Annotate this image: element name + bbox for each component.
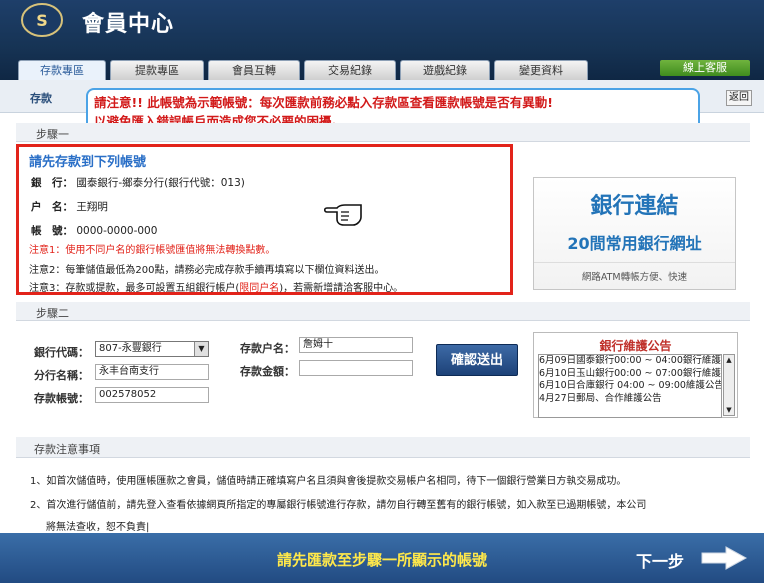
logo-icon: S <box>21 3 63 37</box>
chevron-down-icon[interactable]: ▼ <box>194 342 208 356</box>
next-arrow-icon[interactable] <box>700 545 748 571</box>
back-button[interactable]: 返回 <box>726 90 752 106</box>
notice-line-1: 請注意!! 此帳號為示範帳號：每次匯款前務必點入存款區查看匯款帳號是否有異動! <box>94 95 553 110</box>
amount-input[interactable] <box>299 360 413 376</box>
pointing-hand-icon <box>323 204 362 226</box>
deposit-account-label: 存款帳號： <box>34 392 89 405</box>
tab-withdraw[interactable]: 提款專區 <box>110 60 204 80</box>
tab-transactions[interactable]: 交易紀錄 <box>304 60 396 80</box>
deposit-account-input[interactable]: 002578052 <box>95 387 209 403</box>
confirm-button[interactable]: 確認送出 <box>436 344 518 376</box>
branch-label: 分行名稱： <box>34 369 89 382</box>
branch-input[interactable]: 永丰台南支行 <box>95 364 209 380</box>
name-value: 王翔明 <box>76 201 108 213</box>
bank-links-footer: 網路ATM轉帳方便、快速 <box>534 262 735 283</box>
bank-code-select[interactable]: 807-永豐銀行 ▼ <box>95 341 209 357</box>
depositor-name-input[interactable]: 詹姆十 <box>299 337 413 353</box>
tab-deposit[interactable]: 存款專區 <box>18 60 106 80</box>
bank-code-label: 銀行代碼： <box>34 346 89 359</box>
step2-header: 步驟二 <box>16 302 750 321</box>
step1-title: 步驟一 <box>36 128 69 141</box>
amount-label: 存款金額： <box>240 365 295 378</box>
account-heading: 請先存款到下列帳號 <box>29 155 147 170</box>
next-step-label[interactable]: 下一步 <box>636 548 684 572</box>
tab-transfer[interactable]: 會員互轉 <box>208 60 300 80</box>
rules-title: 存款注意事項 <box>34 443 100 456</box>
tab-game-records[interactable]: 遊戲紀錄 <box>400 60 490 80</box>
bank-links-banner[interactable]: 銀行連結 20間常用銀行網址 網路ATM轉帳方便、快速 <box>533 177 736 290</box>
footer-bar: 請先匯款至步驟一所顯示的帳號 下一步 <box>0 533 764 583</box>
scroll-down-icon[interactable]: ▼ <box>724 405 734 415</box>
bank-value: 國泰銀行-鄉泰分行(銀行代號：013) <box>76 177 245 189</box>
scroll-up-icon[interactable]: ▲ <box>724 355 734 365</box>
bank-label: 銀 行： <box>31 177 73 189</box>
name-label: 户 名： <box>31 201 73 213</box>
page-title: 會員中心 <box>82 12 175 37</box>
rules-header: 存款注意事項 <box>16 437 750 458</box>
rule-2: 2、首次進行儲值前，請先登入查看依據網頁所指定的專屬銀行帳號進行存款，請勿自行轉… <box>30 500 647 511</box>
list-item: 4月27日郵局、合作維護公告 <box>539 392 662 404</box>
tab-profile[interactable]: 變更資料 <box>494 60 588 80</box>
maintenance-panel: 銀行維護公告 6月09日國泰銀行00:00 ~ 04:00銀行維護 6月10日玉… <box>533 332 738 418</box>
step1-header: 步驟一 <box>16 123 750 142</box>
account-value: 0000-0000-000 <box>76 225 158 237</box>
account-info-box: 請先存款到下列帳號 銀 行： 國泰銀行-鄉泰分行(銀行代號：013) 户 名： … <box>16 144 513 295</box>
svg-text:S: S <box>36 11 48 30</box>
rule-2-cont: 將無法查收，恕不負責| <box>46 522 150 533</box>
bank-links-subtitle: 20間常用銀行網址 <box>567 234 702 253</box>
depositor-name-label: 存款户名： <box>240 342 295 355</box>
step2-title: 步驟二 <box>36 307 69 320</box>
maintenance-scrollbar[interactable]: ▲ ▼ <box>723 354 735 416</box>
rule-1: 1、如首次儲值時，使用匯帳匯款之會員，儲值時請正確填寫户名且須與會後提款交易帳户… <box>30 476 627 487</box>
maintenance-list[interactable]: 6月09日國泰銀行00:00 ~ 04:00銀行維護 6月10日玉山銀行00:0… <box>538 354 722 418</box>
list-item: 6月09日國泰銀行00:00 ~ 04:00銀行維護 <box>539 355 721 366</box>
maintenance-title: 銀行維護公告 <box>599 339 672 353</box>
note-3: 注意3：存款或提款，最多可設置五組銀行帳户(限同户名)，若需新增請洽客服中心。 <box>29 283 404 294</box>
main-tabs: 存款專區 提款專區 會員互轉 交易紀錄 遊戲紀錄 變更資料 <box>0 60 764 80</box>
list-item: 6月10日合庫銀行 04:00 ~ 09:00維護公告 <box>539 380 722 391</box>
section-label: 存款 <box>30 92 52 105</box>
note-1: 注意1：使用不同户名的銀行帳號匯值將無法轉換點數。 <box>29 245 276 256</box>
list-item: 6月10日玉山銀行00:00 ~ 07:00銀行維護 <box>539 367 721 379</box>
online-service-button[interactable]: 線上客服 <box>660 60 750 76</box>
account-label: 帳 號： <box>31 225 73 237</box>
note-2: 注意2：每筆儲值最低為200點，請務必完成存款手續再填寫以下欄位資料送出。 <box>29 265 385 276</box>
bank-links-title: 銀行連結 <box>590 194 679 219</box>
